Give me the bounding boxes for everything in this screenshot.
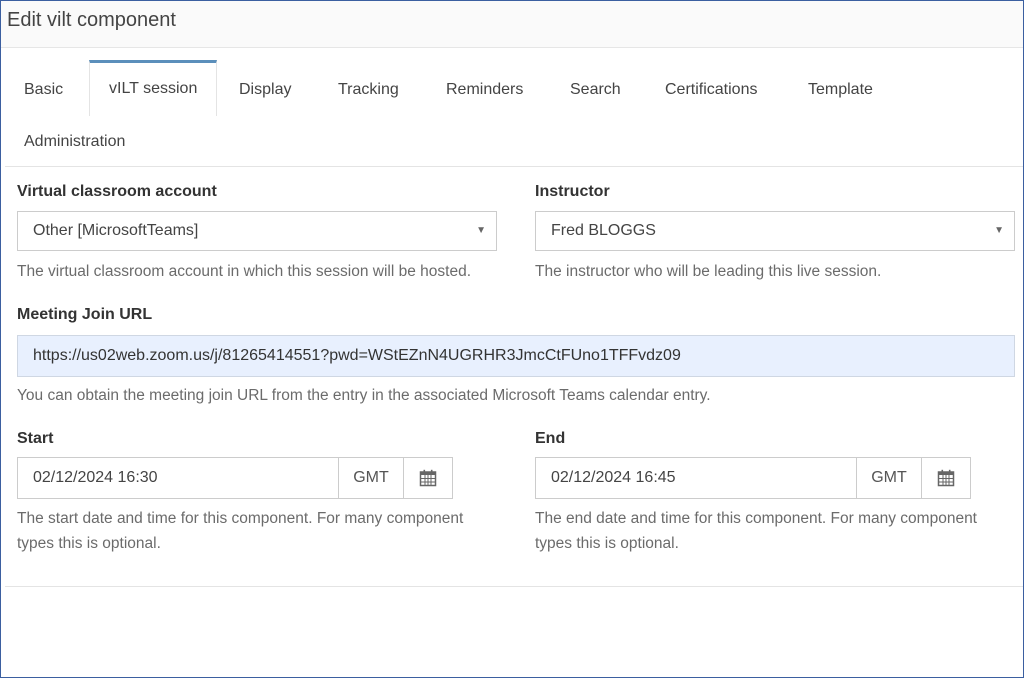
end-help-line-1: The end date and time for this component…: [535, 510, 977, 527]
instructor-label: Instructor: [535, 183, 610, 200]
dialog-window: Edit vilt component Basic vILT session D…: [0, 0, 1024, 678]
tab-display[interactable]: Display: [220, 63, 310, 117]
tab-certifications[interactable]: Certifications: [646, 63, 776, 117]
start-calendar-button[interactable]: [404, 457, 453, 499]
end-calendar-button[interactable]: [922, 457, 971, 499]
account-select-value: Other [MicrosoftTeams]: [33, 222, 199, 239]
calendar-icon: [419, 469, 437, 487]
tab-template[interactable]: Template: [789, 63, 892, 117]
start-help: The start date and time for this compone…: [17, 506, 463, 556]
meeting-url-label: Meeting Join URL: [17, 306, 153, 323]
meeting-url-input[interactable]: [17, 335, 1015, 377]
end-date-group: GMT: [535, 457, 971, 499]
calendar-icon: [937, 469, 955, 487]
end-help-line-2: types this is optional.: [535, 535, 679, 552]
footer-divider: [5, 586, 1023, 587]
meeting-url-help: You can obtain the meeting join URL from…: [17, 387, 711, 404]
start-timezone: GMT: [339, 457, 404, 499]
tab-search[interactable]: Search: [551, 63, 640, 117]
account-select[interactable]: Other [MicrosoftTeams] ▼: [17, 211, 497, 251]
instructor-select-value: Fred BLOGGS: [551, 222, 656, 239]
instructor-help: The instructor who will be leading this …: [535, 263, 882, 280]
tab-reminders[interactable]: Reminders: [427, 63, 542, 117]
dialog-header: Edit vilt component: [1, 1, 1023, 48]
end-help: The end date and time for this component…: [535, 506, 977, 556]
tab-administration[interactable]: Administration: [5, 115, 144, 169]
tab-vilt-session[interactable]: vILT session: [89, 60, 218, 116]
start-date-group: GMT: [17, 457, 453, 499]
caret-down-icon: ▼: [476, 225, 486, 236]
caret-down-icon: ▼: [994, 225, 1004, 236]
account-label: Virtual classroom account: [17, 183, 217, 200]
tab-basic[interactable]: Basic: [5, 63, 82, 117]
tab-bar: Basic vILT session Display Tracking Remi…: [5, 48, 1023, 167]
start-label: Start: [17, 430, 54, 447]
tab-tracking[interactable]: Tracking: [319, 63, 418, 117]
start-date-input[interactable]: [17, 457, 339, 499]
end-label: End: [535, 430, 566, 447]
instructor-select[interactable]: Fred BLOGGS ▼: [535, 211, 1015, 251]
start-help-line-1: The start date and time for this compone…: [17, 510, 464, 527]
end-date-input[interactable]: [535, 457, 857, 499]
account-help: The virtual classroom account in which t…: [17, 263, 472, 280]
end-timezone: GMT: [857, 457, 922, 499]
dialog-title: Edit vilt component: [7, 9, 176, 31]
start-help-line-2: types this is optional.: [17, 535, 161, 552]
